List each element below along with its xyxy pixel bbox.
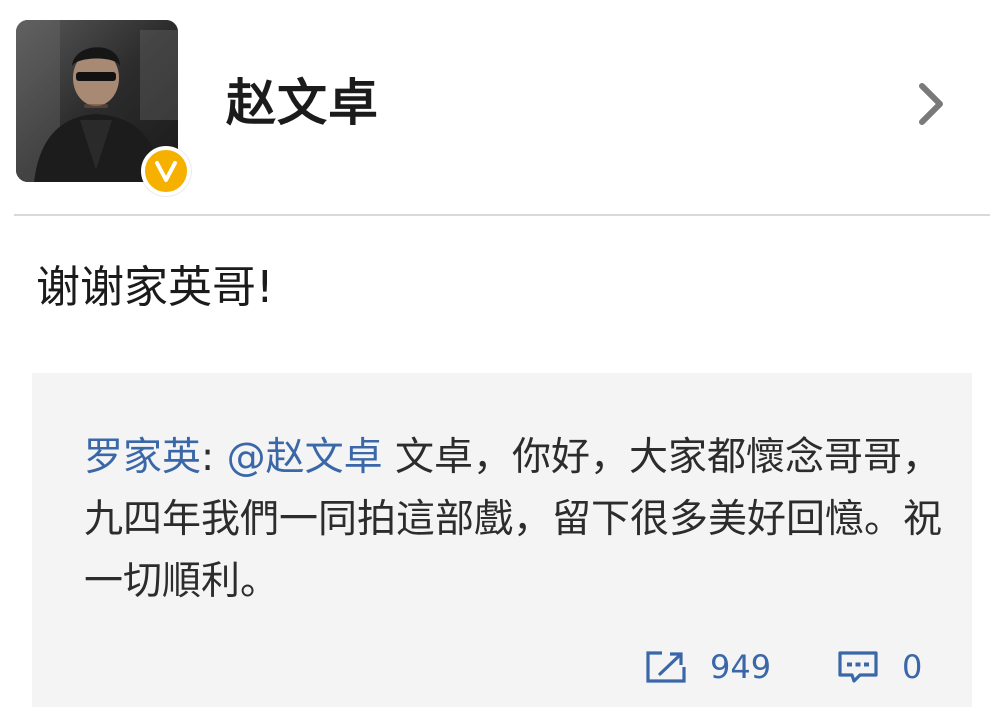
comment-count: 0: [902, 648, 923, 686]
repost-icon: [646, 651, 686, 683]
chevron-right-icon[interactable]: [912, 78, 952, 130]
retweet-actions: 949 0: [32, 648, 972, 696]
username[interactable]: 赵文卓: [226, 68, 379, 138]
repost-button[interactable]: 949: [644, 648, 771, 686]
retweet-card[interactable]: 罗家英: @赵文卓 文卓，你好，大家都懷念哥哥，九四年我們一同拍這部戲，留下很多…: [32, 373, 972, 707]
mention-link[interactable]: @赵文卓: [227, 435, 383, 480]
author-separator: :: [201, 435, 227, 480]
post-header: 赵文卓: [0, 0, 1000, 216]
retweet-text: 罗家英: @赵文卓 文卓，你好，大家都懷念哥哥，九四年我們一同拍這部戲，留下很多…: [84, 427, 944, 613]
comment-button[interactable]: 0: [836, 648, 922, 686]
header-divider: [14, 214, 990, 216]
repost-count: 949: [710, 648, 772, 686]
post-text: 谢谢家英哥!: [36, 262, 274, 313]
retweet-author-link[interactable]: 罗家英: [84, 435, 201, 480]
verified-badge-icon: [141, 146, 191, 196]
comment-icon: [838, 651, 878, 683]
